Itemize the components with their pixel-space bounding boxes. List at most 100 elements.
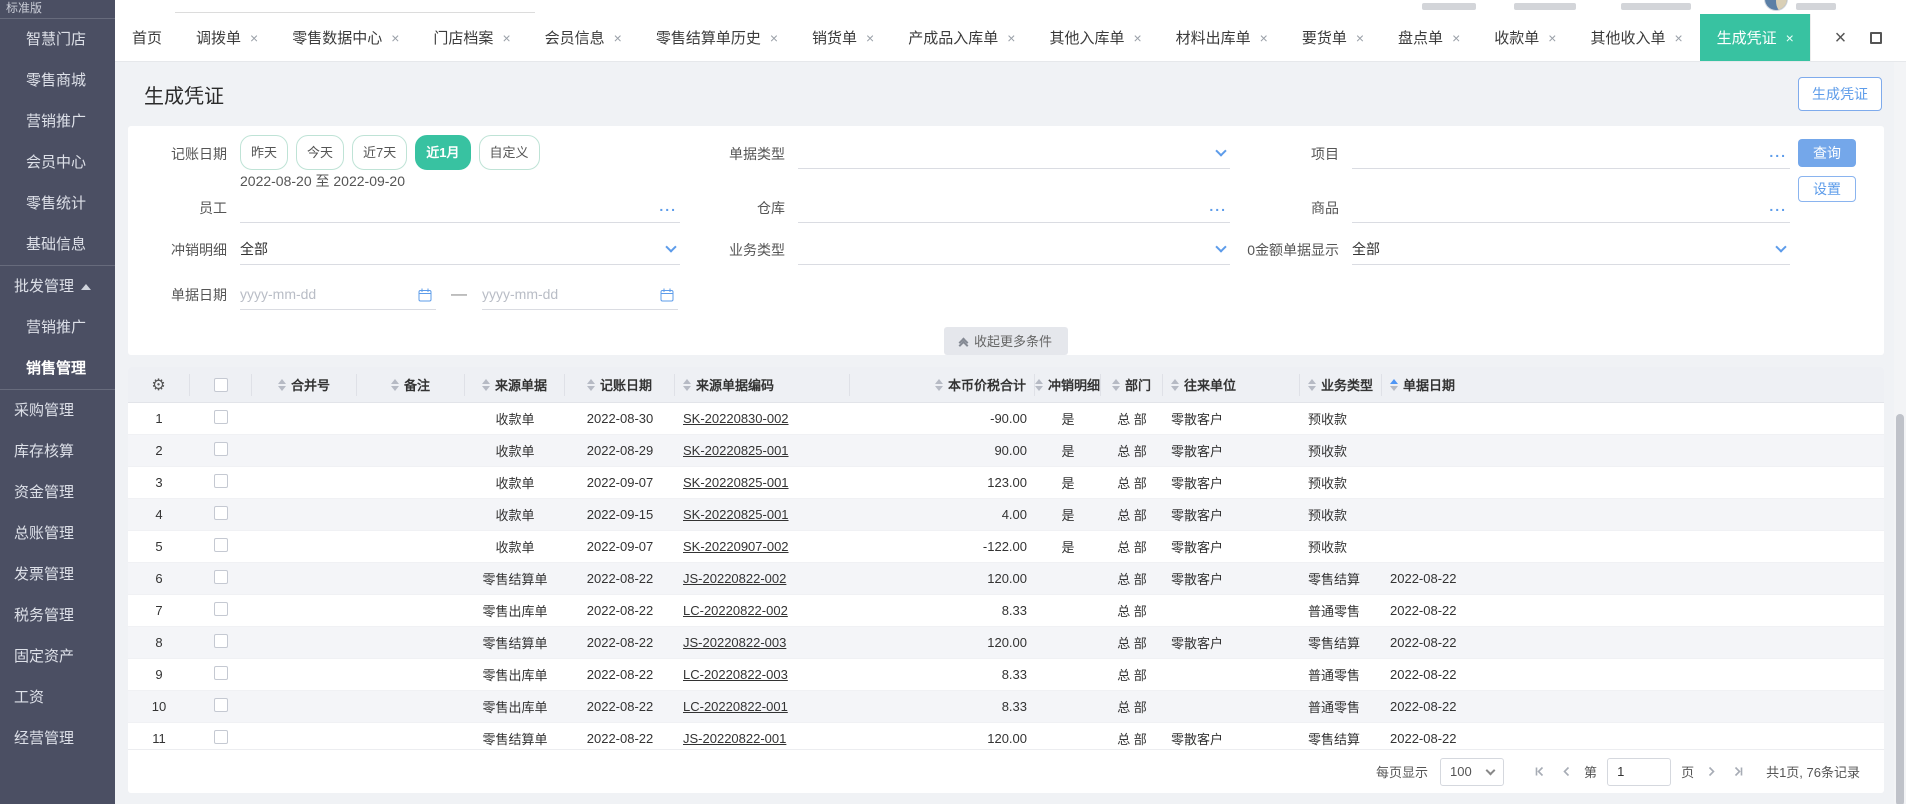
source-doc-link[interactable]: JS-20220822-001 [683, 731, 786, 746]
sidebar-item-采购管理[interactable]: 采购管理 [0, 390, 115, 431]
sidebar-item-工资[interactable]: 工资 [0, 677, 115, 718]
topbar-apps-icon[interactable] [1514, 3, 1576, 10]
sort-icon[interactable] [481, 378, 490, 391]
topbar-menu-icon[interactable] [1422, 3, 1476, 10]
sidebar-item-资金管理[interactable]: 资金管理 [0, 472, 115, 513]
tab-要货单[interactable]: 要货单 × [1285, 14, 1381, 61]
source-doc-link[interactable]: SK-20220830-002 [683, 411, 789, 426]
next-page-icon[interactable] [1704, 764, 1719, 779]
sort-icon[interactable] [1111, 378, 1120, 391]
sort-icon[interactable] [1035, 378, 1043, 391]
writeoff-detail-select[interactable]: 全部 [240, 235, 680, 265]
close-tab-icon[interactable]: × [866, 30, 874, 46]
page-number-input[interactable]: 1 [1607, 757, 1672, 786]
close-all-tabs-icon[interactable]: × [1835, 28, 1847, 48]
row-checkbox[interactable] [214, 666, 228, 680]
close-tab-icon[interactable]: × [1133, 30, 1141, 46]
sidebar-item-总账管理[interactable]: 总账管理 [0, 513, 115, 554]
restore-window-icon[interactable] [1870, 31, 1883, 44]
ellipsis-picker-icon[interactable]: ... [1769, 138, 1787, 167]
sidebar-item-基础信息[interactable]: 基础信息 [0, 224, 115, 265]
tab-其他收入单[interactable]: 其他收入单 × [1573, 14, 1699, 61]
table-row[interactable]: 2 收款单 2022-08-29 SK-20220825-001 90.00 是 总 部 零散… [128, 435, 1884, 467]
tab-会员信息[interactable]: 会员信息 × [528, 14, 639, 61]
row-checkbox[interactable] [214, 570, 228, 584]
doc-type-select[interactable] [798, 139, 1230, 169]
sidebar-item-营销推广[interactable]: 营销推广 [0, 307, 115, 348]
sort-icon[interactable] [586, 378, 595, 391]
tab-首页[interactable]: 首页 [115, 14, 179, 61]
warehouse-picker[interactable]: ... [798, 193, 1230, 223]
gear-icon[interactable]: ⚙ [151, 375, 165, 395]
doc-date-start-input[interactable]: yyyy-mm-dd [240, 280, 436, 310]
column-header-冲销明细[interactable]: 冲销明细 [1035, 373, 1101, 396]
sort-icon[interactable] [683, 378, 691, 391]
column-header-往来单位[interactable]: 往来单位 [1163, 373, 1300, 396]
tab-材料出库单[interactable]: 材料出库单 × [1159, 14, 1285, 61]
close-tab-icon[interactable]: × [391, 30, 399, 46]
tab-盘点单[interactable]: 盘点单 × [1381, 14, 1477, 61]
tab-调拨单[interactable]: 调拨单 × [179, 14, 275, 61]
calendar-icon[interactable] [418, 288, 432, 302]
project-picker[interactable]: ... [1352, 139, 1790, 169]
sort-icon[interactable] [934, 378, 943, 391]
table-row[interactable]: 9 零售出库单 2022-08-22 LC-20220822-003 8.33 总 部 普通… [128, 659, 1884, 691]
column-header-备注[interactable]: 备注 [357, 373, 465, 396]
sort-icon[interactable] [1390, 378, 1398, 391]
row-checkbox[interactable] [214, 538, 228, 552]
column-header-来源单据[interactable]: 来源单据 [465, 373, 565, 396]
sidebar-item-经营管理[interactable]: 经营管理 [0, 718, 115, 759]
date-preset-昨天[interactable]: 昨天 [240, 134, 289, 170]
table-row[interactable]: 10 零售出库单 2022-08-22 LC-20220822-001 8.33 总 部 普… [128, 691, 1884, 723]
source-doc-link[interactable]: SK-20220825-001 [683, 507, 789, 522]
table-row[interactable]: 3 收款单 2022-09-07 SK-20220825-001 123.00 是 总 部 零… [128, 467, 1884, 499]
close-tab-icon[interactable]: × [770, 30, 778, 46]
tab-生成凭证[interactable]: 生成凭证 × [1699, 14, 1810, 61]
tab-收款单[interactable]: 收款单 × [1477, 14, 1573, 61]
sort-icon[interactable] [1308, 378, 1316, 391]
close-tab-icon[interactable]: × [1786, 30, 1794, 46]
close-tab-icon[interactable]: × [502, 30, 510, 46]
column-header-合并号[interactable]: 合并号 [252, 373, 357, 396]
sort-icon[interactable] [1171, 378, 1179, 391]
sidebar-item-零售统计[interactable]: 零售统计 [0, 183, 115, 224]
checkbox[interactable] [213, 377, 228, 392]
settings-button[interactable]: 设置 [1798, 176, 1856, 202]
close-tab-icon[interactable]: × [1674, 30, 1682, 46]
business-type-select[interactable] [798, 235, 1230, 265]
select-all-checkbox[interactable] [190, 373, 252, 396]
tab-门店档案[interactable]: 门店档案 × [416, 14, 527, 61]
close-tab-icon[interactable]: × [250, 30, 258, 46]
sidebar-item-批发管理[interactable]: 批发管理 [0, 266, 115, 307]
close-tab-icon[interactable]: × [1452, 30, 1460, 46]
close-tab-icon[interactable]: × [1548, 30, 1556, 46]
table-row[interactable]: 11 零售结算单 2022-08-22 JS-20220822-001 120.00 总 … [128, 723, 1884, 749]
row-checkbox[interactable] [214, 730, 228, 744]
tab-其他入库单[interactable]: 其他入库单 × [1032, 14, 1158, 61]
calendar-icon[interactable] [660, 288, 674, 302]
date-preset-今天[interactable]: 今天 [296, 134, 345, 170]
ellipsis-picker-icon[interactable]: ... [659, 192, 677, 221]
ellipsis-picker-icon[interactable]: ... [1209, 192, 1227, 221]
close-tab-icon[interactable]: × [1356, 30, 1364, 46]
topbar-service-icon[interactable] [1621, 3, 1691, 10]
close-tab-icon[interactable]: × [1007, 30, 1015, 46]
row-checkbox[interactable] [214, 634, 228, 648]
collapse-more-conditions-button[interactable]: 收起更多条件 [943, 327, 1068, 355]
column-header-本币价税合计[interactable]: 本币价税合计 [850, 373, 1035, 396]
row-checkbox[interactable] [214, 698, 228, 712]
query-button[interactable]: 查询 [1798, 139, 1856, 167]
column-header-单据日期[interactable]: 单据日期 [1382, 374, 1884, 396]
source-doc-link[interactable]: LC-20220822-003 [683, 667, 788, 682]
source-doc-link[interactable]: SK-20220825-001 [683, 443, 789, 458]
source-doc-link[interactable]: SK-20220907-002 [683, 539, 789, 554]
table-row[interactable]: 4 收款单 2022-09-15 SK-20220825-001 4.00 是 总 部 零散客… [128, 499, 1884, 531]
last-page-icon[interactable] [1731, 764, 1746, 779]
window-scrollbar[interactable] [1894, 62, 1906, 804]
row-checkbox[interactable] [214, 410, 228, 424]
tab-产成品入库单[interactable]: 产成品入库单 × [891, 14, 1032, 61]
source-doc-link[interactable]: SK-20220825-001 [683, 475, 789, 490]
first-page-icon[interactable] [1532, 764, 1547, 779]
sidebar-item-智慧门店[interactable]: 智慧门店 [0, 19, 115, 60]
date-preset-近7天[interactable]: 近7天 [352, 134, 408, 170]
